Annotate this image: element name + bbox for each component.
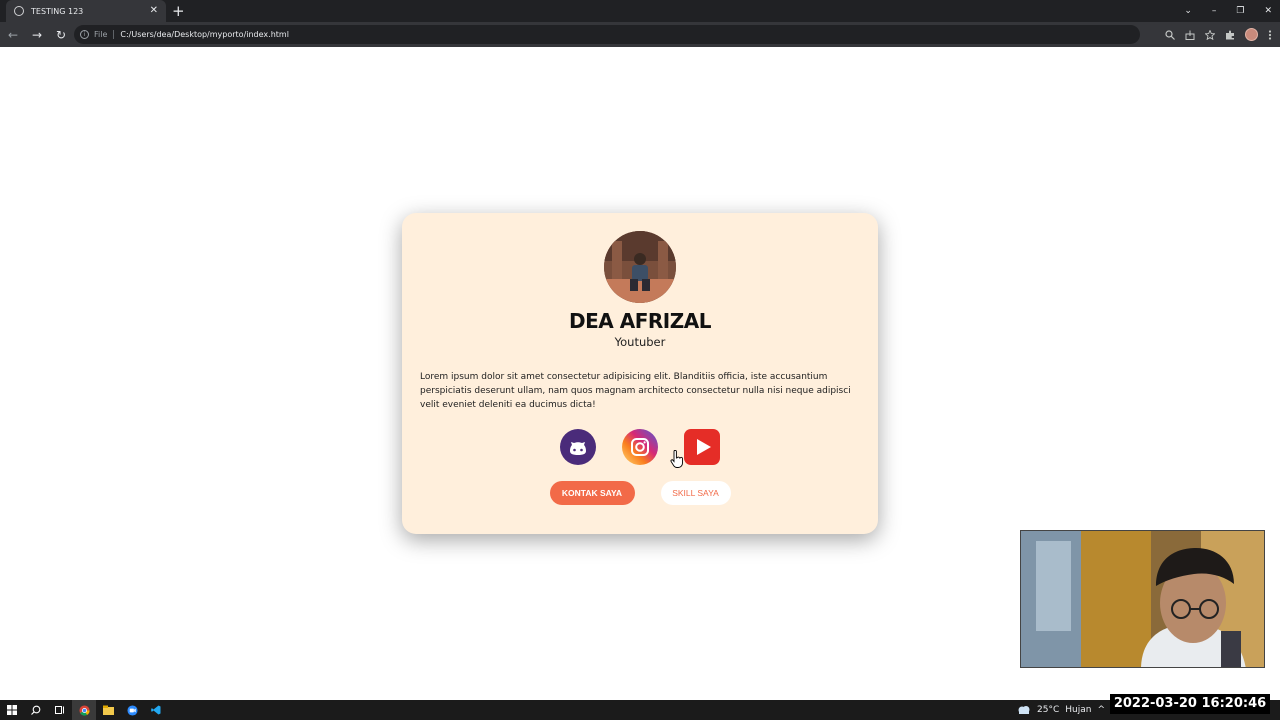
avatar-photo xyxy=(604,231,676,303)
zoom-app-icon[interactable] xyxy=(120,700,144,720)
webcam-feed xyxy=(1021,531,1264,667)
chrome-icon[interactable] xyxy=(72,700,96,720)
search-icon[interactable] xyxy=(24,700,48,720)
system-tray: 25°C Hujan ^ xyxy=(1017,700,1105,720)
browser-tab-bar: TESTING 123 ✕ + ⌄ – ❐ ✕ xyxy=(0,0,1280,22)
profile-avatar[interactable] xyxy=(1245,28,1258,41)
forward-icon[interactable]: → xyxy=(26,28,48,42)
recording-timestamp: 2022-03-20 16:20:46 xyxy=(1110,694,1270,714)
action-buttons: KONTAK SAYA SKILL SAYA xyxy=(402,481,878,505)
skill-button[interactable]: SKILL SAYA xyxy=(660,481,731,505)
zoom-icon[interactable] xyxy=(1165,29,1175,40)
weather-temp[interactable]: 25°C xyxy=(1037,705,1059,715)
avatar xyxy=(604,231,676,303)
profile-name: DEA AFRIZAL xyxy=(569,309,711,333)
vscode-icon[interactable] xyxy=(144,700,168,720)
task-view-icon[interactable] xyxy=(48,700,72,720)
hand-cursor-icon xyxy=(670,450,683,468)
restore-button[interactable]: ❐ xyxy=(1236,6,1244,16)
menu-icon[interactable] xyxy=(1268,29,1272,40)
os-taskbar: 25°C Hujan ^ xyxy=(0,700,1280,720)
youtube-icon[interactable] xyxy=(684,429,720,465)
tab-title: TESTING 123 xyxy=(31,6,84,16)
file-explorer-icon[interactable] xyxy=(96,700,120,720)
new-tab-button[interactable]: + xyxy=(172,2,185,20)
weather-cloud-icon xyxy=(1018,706,1030,714)
profile-role: Youtuber xyxy=(614,335,666,349)
tab-search-icon[interactable]: ⌄ xyxy=(1184,6,1192,16)
social-links xyxy=(560,429,720,465)
profile-card: DEA AFRIZAL Youtuber Lorem ipsum dolor s… xyxy=(402,213,878,534)
browser-toolbar: ← → ↻ i File C:/Users/dea/Desktop/myport… xyxy=(0,22,1280,47)
reload-icon[interactable]: ↻ xyxy=(50,28,72,42)
webcam-overlay xyxy=(1020,530,1265,668)
globe-icon xyxy=(14,6,24,16)
contact-button[interactable]: KONTAK SAYA xyxy=(549,481,635,505)
back-icon[interactable]: ← xyxy=(2,28,24,42)
tab-close-icon[interactable]: ✕ xyxy=(150,6,158,16)
github-icon[interactable] xyxy=(560,429,596,465)
share-icon[interactable] xyxy=(1185,30,1195,40)
weather-desc[interactable]: Hujan xyxy=(1065,705,1091,715)
close-button[interactable]: ✕ xyxy=(1264,6,1272,16)
windows-start-icon[interactable] xyxy=(0,700,24,720)
bookmark-star-icon[interactable] xyxy=(1205,29,1215,40)
tray-chevron-icon[interactable]: ^ xyxy=(1097,705,1105,715)
file-label: File xyxy=(94,30,115,39)
url-text[interactable]: C:/Users/dea/Desktop/myporto/index.html xyxy=(120,30,289,39)
window-controls: ⌄ – ❐ ✕ xyxy=(1184,0,1272,22)
profile-bio: Lorem ipsum dolor sit amet consectetur a… xyxy=(420,372,851,410)
minimize-button[interactable]: – xyxy=(1212,6,1217,16)
info-icon[interactable]: i xyxy=(80,30,89,39)
browser-tab[interactable]: TESTING 123 ✕ xyxy=(6,0,166,22)
instagram-icon[interactable] xyxy=(622,429,658,465)
address-bar[interactable]: i File C:/Users/dea/Desktop/myporto/inde… xyxy=(74,25,1140,44)
extensions-icon[interactable] xyxy=(1225,30,1235,40)
toolbar-actions xyxy=(1165,22,1272,47)
